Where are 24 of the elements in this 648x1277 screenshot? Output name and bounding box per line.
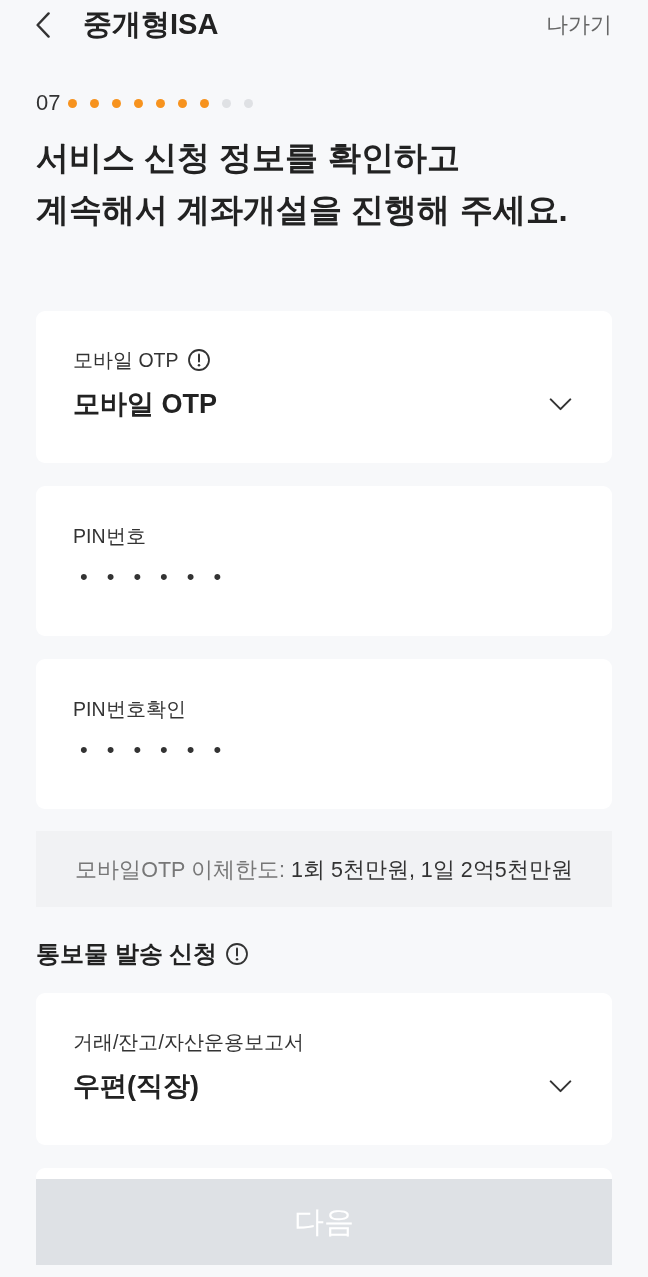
field-label: 거래/잔고/자산운용보고서	[73, 1029, 304, 1055]
notice-value: 1회 5천만원, 1일 2억5천만원	[291, 856, 573, 884]
password-field[interactable]: PIN번호확인 ••••••	[36, 659, 612, 809]
field-label: PIN번호확인	[73, 696, 186, 722]
field-label: PIN번호	[73, 523, 146, 549]
notice-label: 모바일OTP 이체한도:	[75, 856, 286, 884]
chevron-down-icon[interactable]	[549, 1079, 572, 1093]
chevron-down-icon[interactable]	[549, 397, 572, 411]
masked-value: ••••••	[79, 737, 241, 763]
dropdown-field[interactable]: 모바일 OTP 모바일 OTP	[36, 311, 612, 463]
dropdown-field[interactable]: 거래/잔고/자산운용보고서 우편(직장)	[36, 993, 612, 1145]
selected-value: 모바일 OTP	[73, 388, 217, 421]
masked-value: ••••••	[79, 564, 241, 590]
back-icon[interactable]	[36, 12, 50, 38]
exclamation-circle-icon[interactable]	[226, 943, 249, 965]
section-title: 통보물 발송 신청	[36, 940, 218, 969]
step-number: 07	[36, 90, 61, 116]
selected-value: 우편(직장)	[73, 1070, 199, 1103]
password-field[interactable]: PIN번호 ••••••	[36, 486, 612, 636]
exit-button[interactable]: 나가기	[546, 10, 612, 40]
exclamation-circle-icon[interactable]	[187, 349, 210, 371]
field-label: 모바일 OTP	[73, 347, 179, 373]
page-title: 중개형ISA	[83, 7, 219, 42]
page-heading: 서비스 신청 정보를 확인하고 계속해서 계좌개설을 진행해 주세요.	[36, 138, 568, 230]
